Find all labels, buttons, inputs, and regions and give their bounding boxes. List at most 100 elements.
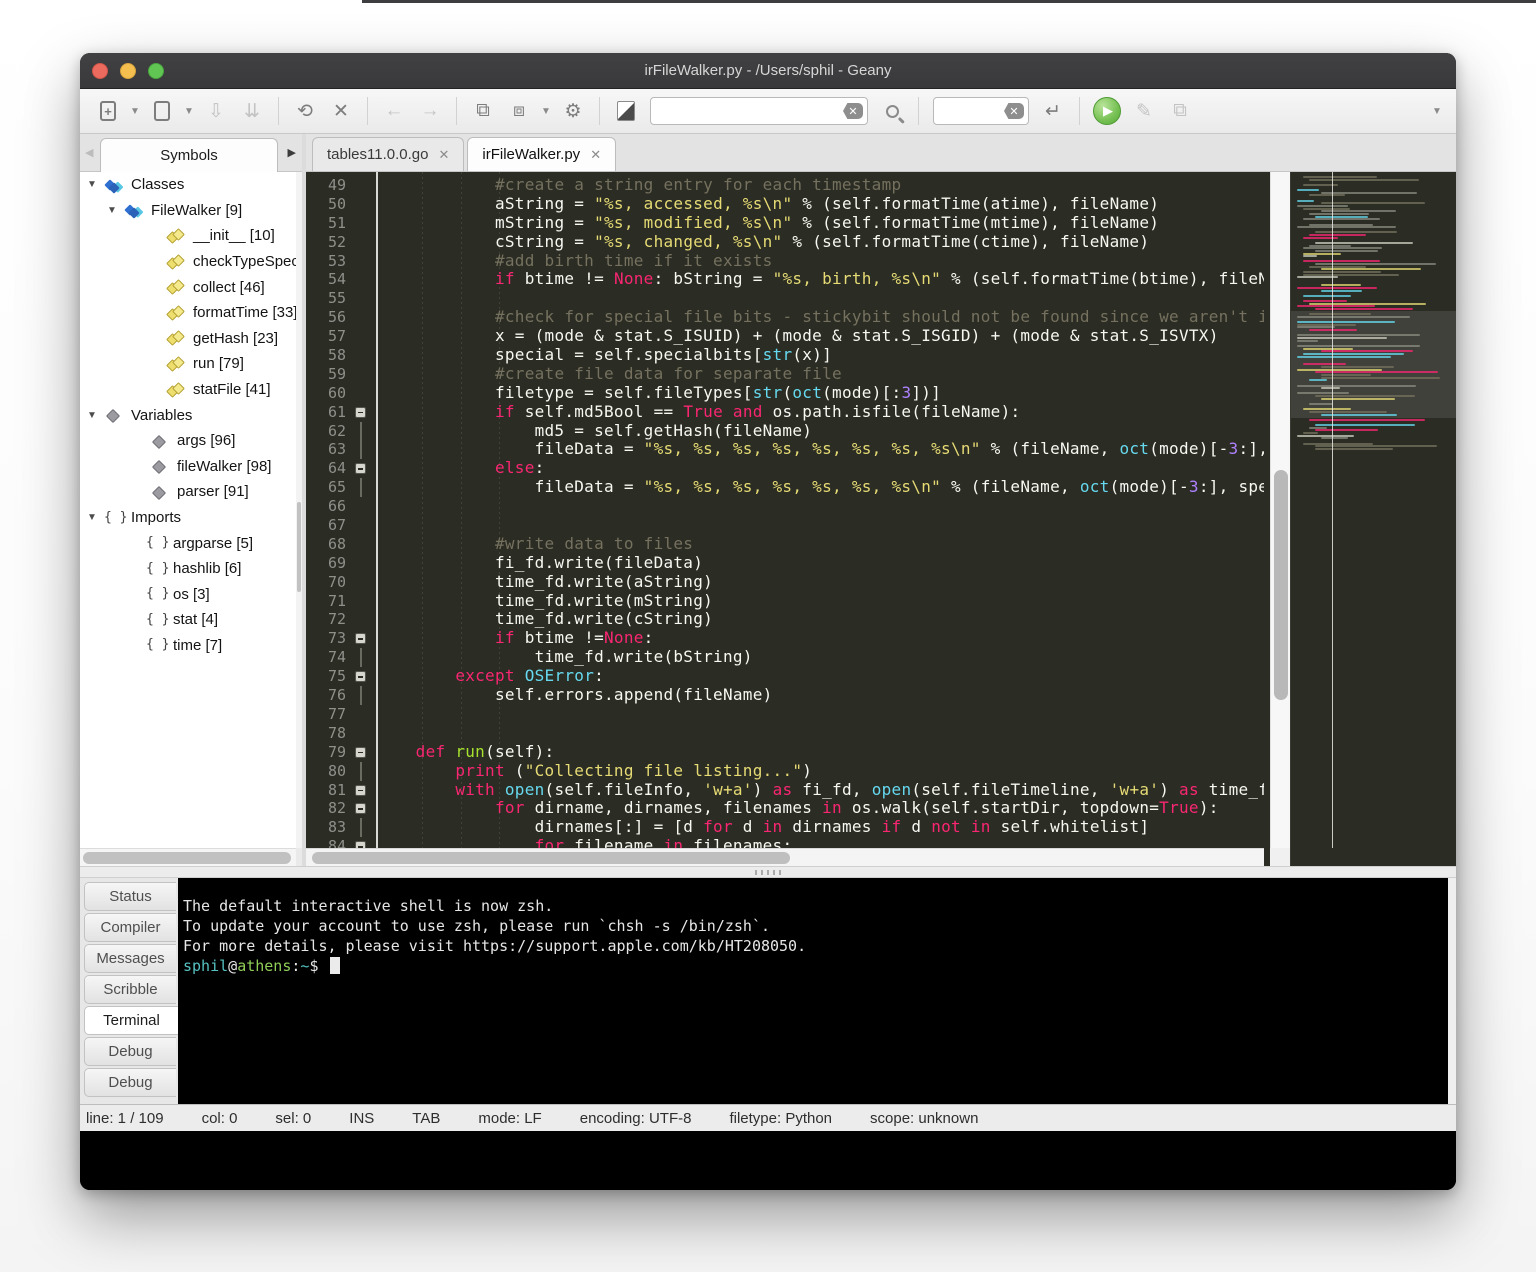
close-window-button[interactable]	[92, 63, 108, 79]
symbol-tree-item[interactable]: args [96]	[80, 428, 296, 454]
compile-button[interactable]: ⧉	[470, 96, 496, 126]
expander-icon[interactable]: ▼	[86, 512, 98, 523]
symbol-tree-item[interactable]: { }stat [4]	[80, 607, 296, 633]
expander-icon[interactable]: ▼	[106, 205, 118, 216]
symbol-tree-item[interactable]: ▼FileWalker [9]	[80, 198, 296, 224]
fold-collapse-icon[interactable]	[355, 463, 366, 474]
overflow-dropdown-icon[interactable]: ▼	[1430, 106, 1444, 117]
bottom-tab-scribble[interactable]: Scribble	[84, 975, 176, 1004]
expander-icon[interactable]: ▼	[86, 410, 98, 421]
symbol-tree-item[interactable]: parser [91]	[80, 479, 296, 505]
terminal-scrollbar[interactable]	[1448, 878, 1456, 1104]
tab-scroll-left-icon[interactable]: ◀	[85, 146, 93, 159]
token: (	[505, 761, 525, 780]
symbol-tree-item[interactable]: ▼Variables	[80, 402, 296, 428]
fold-collapse-icon[interactable]	[355, 803, 366, 814]
editor-hscroll-thumb[interactable]	[312, 852, 790, 864]
tab-close-icon[interactable]: ✕	[590, 147, 601, 163]
open-file-dropdown-icon[interactable]: ▼	[182, 106, 196, 117]
build-button[interactable]: ⧈	[506, 96, 532, 126]
tab-scroll-right-icon[interactable]: ▶	[288, 146, 296, 159]
nav-back-button[interactable]: ←	[381, 96, 407, 126]
symbol-tree-item[interactable]: { }os [3]	[80, 582, 296, 608]
preferences-button[interactable]: ✎	[1131, 96, 1157, 126]
editor-horizontal-scrollbar[interactable]	[306, 848, 1264, 866]
minimize-window-button[interactable]	[120, 63, 136, 79]
symbol-tree-item[interactable]: statFile [41]	[80, 377, 296, 403]
fold-margin	[346, 195, 376, 214]
goto-line-entry[interactable]: ✕	[933, 97, 1029, 125]
bottom-tab-status[interactable]: Status	[84, 882, 176, 911]
bottom-tab-debug-2[interactable]: Debug	[84, 1068, 176, 1097]
run-button[interactable]: ▶	[1093, 96, 1121, 126]
symbol-tree-item[interactable]: { }time [7]	[80, 633, 296, 659]
revert-button[interactable]: ⟲	[292, 96, 318, 126]
symbol-tree-item[interactable]: { }argparse [5]	[80, 530, 296, 556]
new-document-dropdown-icon[interactable]: ▼	[128, 106, 142, 117]
symbol-tree-item[interactable]: run [79]	[80, 351, 296, 377]
symbol-tree-item[interactable]: ▼Classes	[80, 172, 296, 198]
fold-collapse-icon[interactable]	[355, 785, 366, 796]
sidebar-vscroll-thumb[interactable]	[297, 502, 301, 592]
code-text: if btime !=None:	[376, 629, 654, 648]
bottom-tab-debug[interactable]: Debug	[84, 1037, 176, 1066]
fold-collapse-icon[interactable]	[355, 671, 366, 682]
clear-entry-icon[interactable]: ✕	[1004, 103, 1024, 119]
new-document-button[interactable]: +	[95, 96, 121, 126]
minimap-line	[1297, 337, 1387, 339]
token: % (self.formatTime(mtime), fileName)	[792, 213, 1159, 232]
editor[interactable]: 49 #create a string entry for each times…	[306, 172, 1456, 866]
minimap-line	[1297, 340, 1318, 342]
code-line: 71 time_fd.write(mString)	[306, 592, 1264, 611]
minimap-line	[1321, 284, 1361, 286]
editor-tab-tables11-0-0-go[interactable]: tables11.0.0.go✕	[312, 137, 464, 171]
sidebar-horizontal-scrollbar[interactable]	[80, 848, 296, 866]
bottom-tab-terminal[interactable]: Terminal	[84, 1006, 178, 1035]
minimap[interactable]	[1290, 172, 1456, 866]
sidebar-hscroll-thumb[interactable]	[83, 852, 291, 864]
search-entry[interactable]: ✕	[650, 97, 868, 125]
open-file-button[interactable]	[149, 96, 175, 126]
symbol-tree-item[interactable]: checkTypeSpec	[80, 249, 296, 275]
bottom-tab-compiler[interactable]: Compiler	[84, 913, 176, 942]
search-input[interactable]	[655, 103, 843, 119]
fold-collapse-icon[interactable]	[355, 407, 366, 418]
symbol-tree-item[interactable]: __init__ [10]	[80, 223, 296, 249]
pane-divider[interactable]	[80, 866, 1456, 878]
close-button[interactable]: ✕	[328, 96, 354, 126]
symbol-tree-item[interactable]: getHash [23]	[80, 326, 296, 352]
tab-close-icon[interactable]: ✕	[438, 147, 449, 163]
symbol-tree-item[interactable]: collect [46]	[80, 274, 296, 300]
terminal[interactable]: The default interactive shell is now zsh…	[178, 878, 1448, 1104]
editor-vertical-scrollbar[interactable]	[1270, 172, 1290, 848]
goto-line-input[interactable]	[938, 103, 1004, 119]
symbol-tree-item[interactable]: ▼{ }Imports	[80, 505, 296, 531]
build-dropdown-icon[interactable]: ▼	[539, 106, 553, 117]
code-area[interactable]: 49 #create a string entry for each times…	[306, 176, 1264, 866]
color-chooser-button-icon	[617, 101, 635, 121]
search-button[interactable]	[879, 96, 905, 126]
editor-tab-irfilewalker-py[interactable]: irFileWalker.py✕	[467, 137, 616, 171]
execute-gears-button[interactable]: ⚙	[560, 96, 586, 126]
token: )	[1159, 780, 1179, 799]
zoom-window-button[interactable]	[148, 63, 164, 79]
paste-button[interactable]: ⧉	[1167, 96, 1193, 126]
fold-collapse-icon[interactable]	[355, 633, 366, 644]
fold-collapse-icon[interactable]	[355, 747, 366, 758]
bottom-tab-messages[interactable]: Messages	[84, 944, 176, 973]
token: btime !=	[515, 269, 614, 288]
editor-vscroll-thumb[interactable]	[1274, 470, 1288, 700]
divider-grip-icon[interactable]	[755, 870, 781, 875]
save-all-button[interactable]: ⇊	[239, 96, 265, 126]
symbol-tree-item[interactable]: fileWalker [98]	[80, 454, 296, 480]
save-button[interactable]: ⇩	[203, 96, 229, 126]
expander-icon[interactable]: ▼	[86, 179, 98, 190]
tab-symbols[interactable]: Symbols	[100, 138, 278, 172]
title-bar[interactable]: irFileWalker.py - /Users/sphil - Geany	[80, 53, 1456, 89]
nav-forward-button[interactable]: →	[417, 96, 443, 126]
symbol-tree-item[interactable]: { }hashlib [6]	[80, 556, 296, 582]
symbol-tree-item[interactable]: formatTime [33]	[80, 300, 296, 326]
goto-line-button[interactable]: ↵	[1040, 96, 1066, 126]
clear-entry-icon[interactable]: ✕	[843, 103, 863, 119]
color-chooser-button[interactable]	[613, 96, 639, 126]
